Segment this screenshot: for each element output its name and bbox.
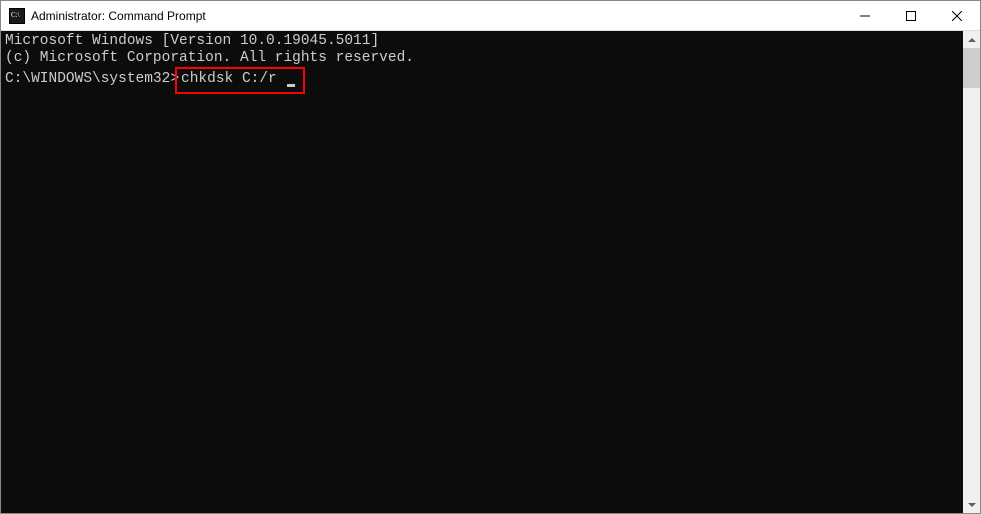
close-button[interactable] — [934, 1, 980, 31]
terminal-line-version: Microsoft Windows [Version 10.0.19045.50… — [5, 33, 959, 50]
svg-text:C:\: C:\ — [11, 11, 20, 19]
scrollbar-down-arrow[interactable] — [963, 496, 980, 513]
terminal-prompt-line: C:\WINDOWS\system32>chkdsk C:/r — [5, 67, 959, 94]
scrollbar-up-arrow[interactable] — [963, 31, 980, 48]
cursor — [287, 84, 295, 87]
terminal-line-copyright: (c) Microsoft Corporation. All rights re… — [5, 50, 959, 67]
terminal-container: Microsoft Windows [Version 10.0.19045.50… — [1, 31, 980, 513]
window-controls — [842, 1, 980, 30]
window-title: Administrator: Command Prompt — [31, 9, 842, 23]
command-prompt-window: C:\ Administrator: Command Prompt Micros… — [0, 0, 981, 514]
maximize-button[interactable] — [888, 1, 934, 31]
prompt-path: C:\WINDOWS\system32> — [5, 71, 179, 87]
vertical-scrollbar[interactable] — [963, 31, 980, 513]
minimize-button[interactable] — [842, 1, 888, 31]
command-highlight: chkdsk C:/r — [175, 67, 305, 94]
terminal[interactable]: Microsoft Windows [Version 10.0.19045.50… — [1, 31, 963, 513]
scrollbar-track[interactable] — [963, 48, 980, 496]
typed-command: chkdsk C:/r — [181, 71, 277, 87]
cmd-icon: C:\ — [9, 8, 25, 24]
titlebar[interactable]: C:\ Administrator: Command Prompt — [1, 1, 980, 31]
scrollbar-thumb[interactable] — [963, 48, 980, 88]
